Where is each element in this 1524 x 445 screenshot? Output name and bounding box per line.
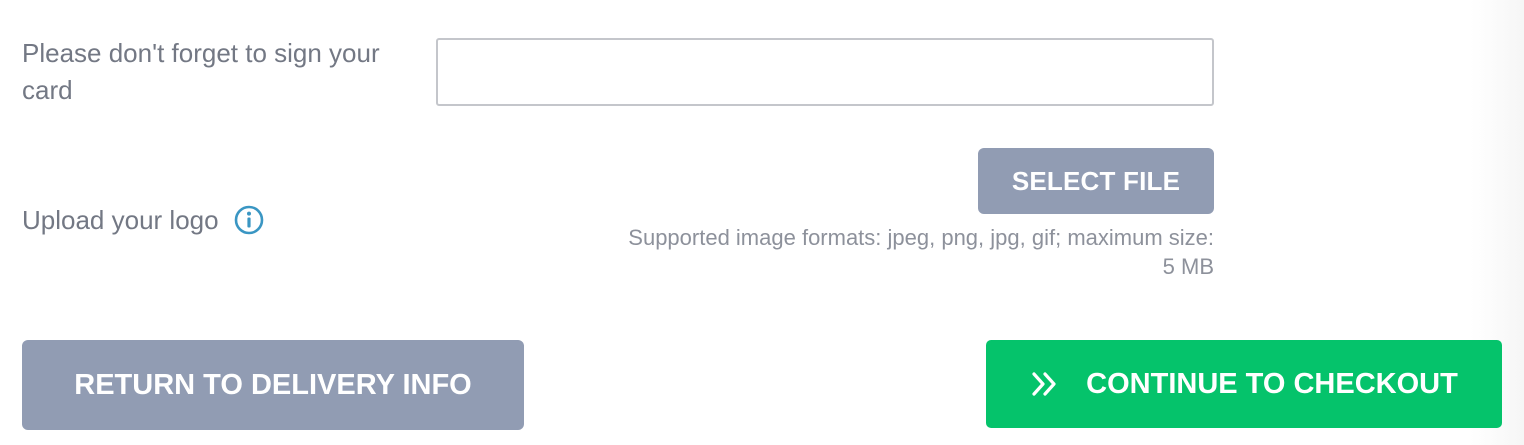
card-options-form: Please don't forget to sign your card Up…: [0, 0, 1524, 445]
sign-card-label: Please don't forget to sign your card: [22, 38, 380, 105]
double-chevron-right-icon: [1030, 369, 1060, 399]
continue-to-checkout-button[interactable]: CONTINUE TO CHECKOUT: [986, 340, 1502, 428]
upload-logo-row: Upload your logo: [22, 200, 265, 240]
sign-card-input[interactable]: [436, 38, 1214, 106]
return-button-label: RETURN TO DELIVERY INFO: [74, 368, 472, 401]
upload-logo-label: Upload your logo: [22, 204, 219, 235]
supported-formats-note: Supported image formats: jpeg, png, jpg,…: [628, 225, 1214, 279]
select-file-button[interactable]: SELECT FILE: [978, 148, 1214, 214]
continue-button-label: CONTINUE TO CHECKOUT: [1086, 367, 1458, 400]
return-to-delivery-info-button[interactable]: RETURN TO DELIVERY INFO: [22, 340, 524, 430]
info-icon[interactable]: [233, 204, 265, 236]
